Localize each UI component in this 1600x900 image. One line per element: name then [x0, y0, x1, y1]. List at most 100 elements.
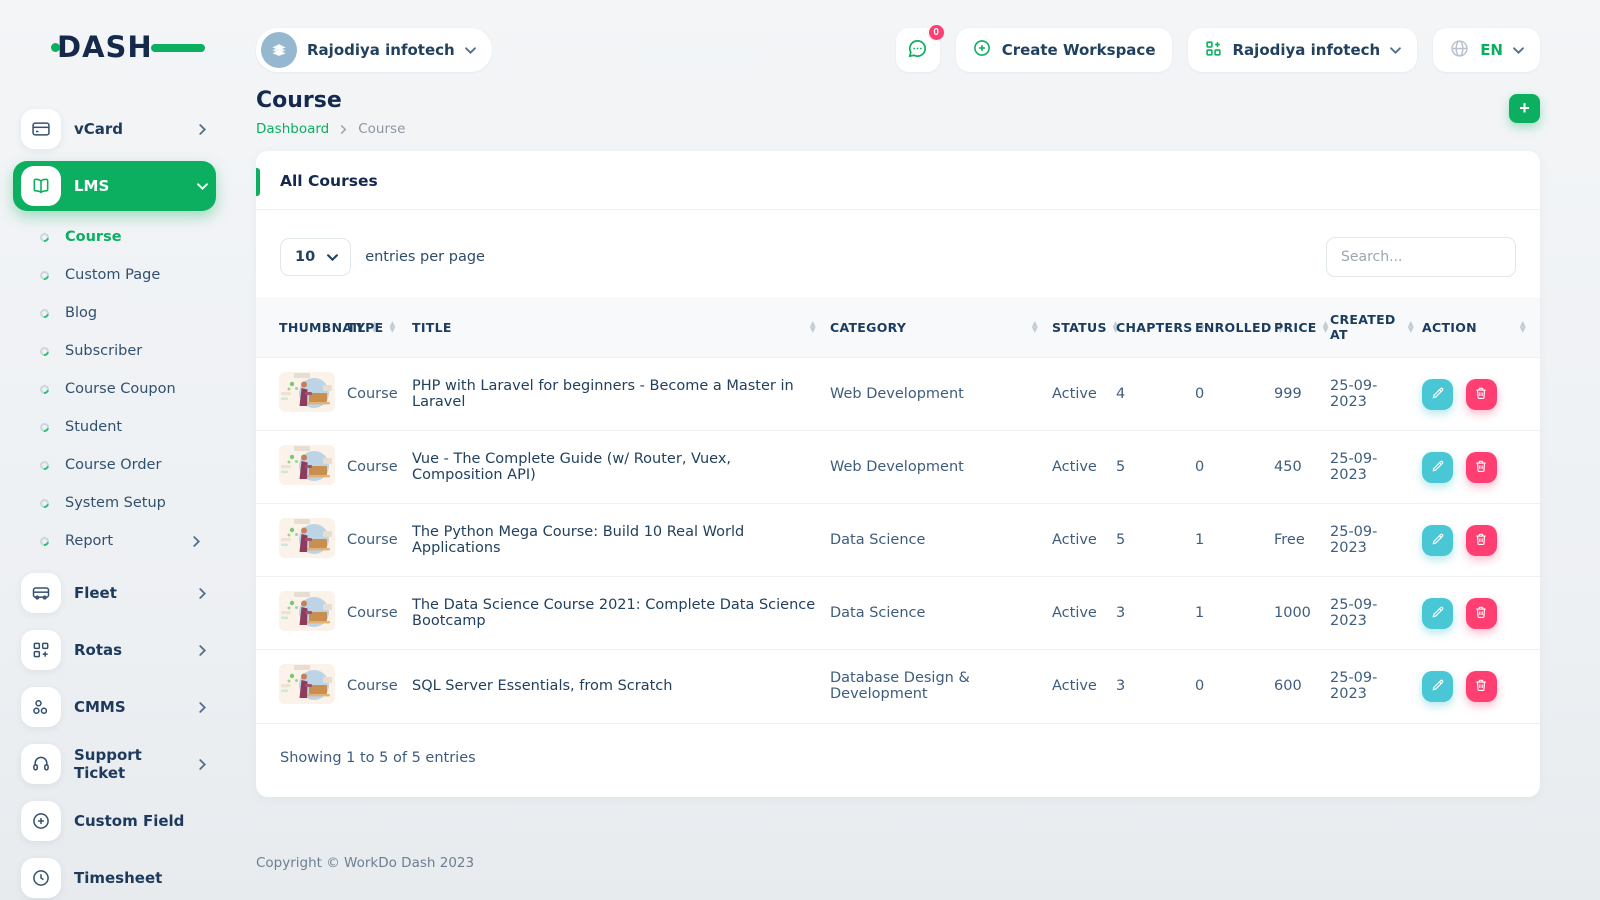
- edit-button[interactable]: [1422, 524, 1453, 556]
- entries-select[interactable]: 10: [280, 238, 352, 276]
- table-row: Course The Python Mega Course: Build 10 …: [256, 503, 1540, 577]
- col-price[interactable]: PRICE ▲ ▼: [1274, 297, 1330, 358]
- entries-select-value: 10: [295, 249, 316, 265]
- enrolled-cell: 0: [1195, 649, 1274, 723]
- sidebar-item-timesheet[interactable]: Timesheet: [13, 853, 216, 900]
- course-thumbnail-image[interactable]: [279, 664, 335, 705]
- edit-button[interactable]: [1422, 378, 1453, 410]
- delete-button[interactable]: [1465, 524, 1497, 556]
- sidebar-item-fleet[interactable]: Fleet: [13, 568, 216, 618]
- bullet-icon: [38, 344, 51, 358]
- logo-text: DASH: [57, 30, 153, 64]
- course-thumbnail-image[interactable]: [279, 372, 335, 412]
- footer-copyright: Copyright © WorkDo Dash 2023: [256, 855, 475, 871]
- messages-button[interactable]: 0: [895, 23, 946, 72]
- app-root: DASH vCard LMS Course Custom Page Blog S…: [0, 0, 1600, 900]
- language-code: EN: [1480, 41, 1503, 59]
- clock-icon: [21, 858, 61, 898]
- col-enrolled[interactable]: ENROLLED ▲ ▼: [1195, 297, 1283, 358]
- workspace-selector[interactable]: Rajodiya infotech: [256, 28, 492, 72]
- sidebar-subitem-course-coupon[interactable]: Course Coupon: [13, 370, 216, 408]
- sidebar-subitem-student[interactable]: Student: [13, 408, 216, 446]
- sidebar-subitem-system-setup[interactable]: System Setup: [13, 484, 216, 522]
- logo-dot-accent: [51, 43, 60, 52]
- created-at-cell: 25-09-2023: [1330, 357, 1422, 431]
- title-cell: PHP with Laravel for beginners - Become …: [412, 357, 830, 431]
- edit-button[interactable]: [1422, 451, 1453, 483]
- price-cell: 1000: [1274, 576, 1330, 650]
- main-content: Rajodiya infotech 0 Create Workspace Raj…: [232, 0, 1600, 900]
- delete-button[interactable]: [1465, 451, 1497, 483]
- sidebar-subitem-subscriber[interactable]: Subscriber: [13, 332, 216, 370]
- sidebar-item-support-ticket[interactable]: Support Ticket: [13, 739, 216, 789]
- subitem-label: Custom Page: [65, 267, 161, 283]
- topbar: Rajodiya infotech 0 Create Workspace Raj…: [256, 23, 1540, 72]
- entries-summary: Showing 1 to 5 of 5 entries: [256, 722, 1540, 792]
- account-name: Rajodiya infotech: [1232, 41, 1381, 59]
- chapters-cell: 3: [1116, 576, 1195, 650]
- credit-card-icon: [21, 109, 61, 149]
- page-title: Course: [256, 88, 342, 113]
- courses-table: THUMBNAIL ▲ ▼ TYPE ▲ ▼ TITLE ▲ ▼ CATEGORY ▲ ▼ ST…: [256, 297, 1540, 723]
- price-cell: 600: [1274, 649, 1330, 723]
- add-course-button[interactable]: +: [1509, 94, 1540, 123]
- sidebar-subitem-report[interactable]: Report: [13, 522, 216, 560]
- chevron-right-icon: [197, 587, 208, 599]
- sidebar-item-label: Custom Field: [74, 812, 185, 830]
- edit-button[interactable]: [1422, 670, 1453, 702]
- enrolled-cell: 1: [1195, 503, 1274, 577]
- account-menu[interactable]: Rajodiya infotech: [1187, 28, 1418, 72]
- trash-icon: [1474, 386, 1488, 403]
- status-cell: Active: [1052, 576, 1116, 650]
- col-thumbnail[interactable]: THUMBNAIL ▲ ▼: [256, 297, 377, 358]
- col-created-at[interactable]: CREATED AT ▲ ▼: [1330, 297, 1422, 358]
- language-selector[interactable]: EN: [1433, 28, 1540, 72]
- action-cell: [1422, 576, 1540, 650]
- delete-button[interactable]: [1465, 597, 1497, 629]
- sidebar-item-rotas[interactable]: Rotas: [13, 625, 216, 675]
- sidebar-subitem-blog[interactable]: Blog: [13, 294, 216, 332]
- course-thumbnail-image[interactable]: [279, 445, 335, 485]
- brand-logo[interactable]: DASH: [51, 30, 205, 64]
- col-title[interactable]: TITLE ▲ ▼: [412, 297, 830, 358]
- col-type[interactable]: TYPE ▲ ▼: [347, 297, 412, 358]
- price-cell: 999: [1274, 357, 1330, 431]
- entries-label: entries per page: [365, 249, 485, 265]
- status-cell: Active: [1052, 430, 1116, 504]
- chapters-cell: 3: [1116, 649, 1195, 723]
- delete-button[interactable]: [1465, 670, 1497, 702]
- sidebar-item-vcard[interactable]: vCard: [13, 104, 216, 154]
- search-input[interactable]: [1326, 237, 1516, 277]
- plus-circle-icon: [21, 801, 61, 841]
- col-chapters[interactable]: CHAPTERS ▲ ▼: [1116, 297, 1204, 358]
- breadcrumb-dashboard-link[interactable]: Dashboard: [256, 121, 329, 137]
- sidebar-item-cmms[interactable]: CMMS: [13, 682, 216, 732]
- category-cell: Database Design & Development: [830, 649, 1052, 723]
- sidebar-subitem-custom-page[interactable]: Custom Page: [13, 256, 216, 294]
- chevron-right-icon: [197, 123, 208, 135]
- status-cell: Active: [1052, 357, 1116, 431]
- sidebar-item-custom-field[interactable]: Custom Field: [13, 796, 216, 846]
- pencil-icon: [1431, 605, 1445, 622]
- table-body: Course PHP with Laravel for beginners - …: [256, 357, 1540, 723]
- building-icon: [261, 32, 297, 68]
- sidebar-subitem-course-order[interactable]: Course Order: [13, 446, 216, 484]
- create-workspace-button[interactable]: Create Workspace: [955, 28, 1172, 72]
- col-status[interactable]: STATUS ▲ ▼: [1052, 297, 1119, 358]
- course-thumbnail-image[interactable]: [279, 591, 335, 631]
- course-thumbnail-image[interactable]: [279, 518, 335, 558]
- category-cell: Data Science: [830, 576, 1052, 650]
- pencil-icon: [1431, 459, 1445, 476]
- sidebar-item-lms[interactable]: LMS: [13, 161, 216, 211]
- action-cell: [1422, 357, 1540, 431]
- globe-icon: [1449, 38, 1470, 63]
- edit-button[interactable]: [1422, 597, 1453, 629]
- table-row: Course SQL Server Essentials, from Scrat…: [256, 649, 1540, 723]
- sidebar-subitem-course[interactable]: Course: [13, 218, 216, 256]
- plus-icon: +: [1519, 98, 1530, 118]
- page-heading: Course Dashboard Course: [256, 88, 405, 137]
- create-workspace-label: Create Workspace: [1001, 41, 1156, 59]
- col-action[interactable]: ACTION ▲ ▼: [1422, 297, 1540, 358]
- col-category[interactable]: CATEGORY ▲ ▼: [830, 297, 1052, 358]
- delete-button[interactable]: [1465, 378, 1497, 410]
